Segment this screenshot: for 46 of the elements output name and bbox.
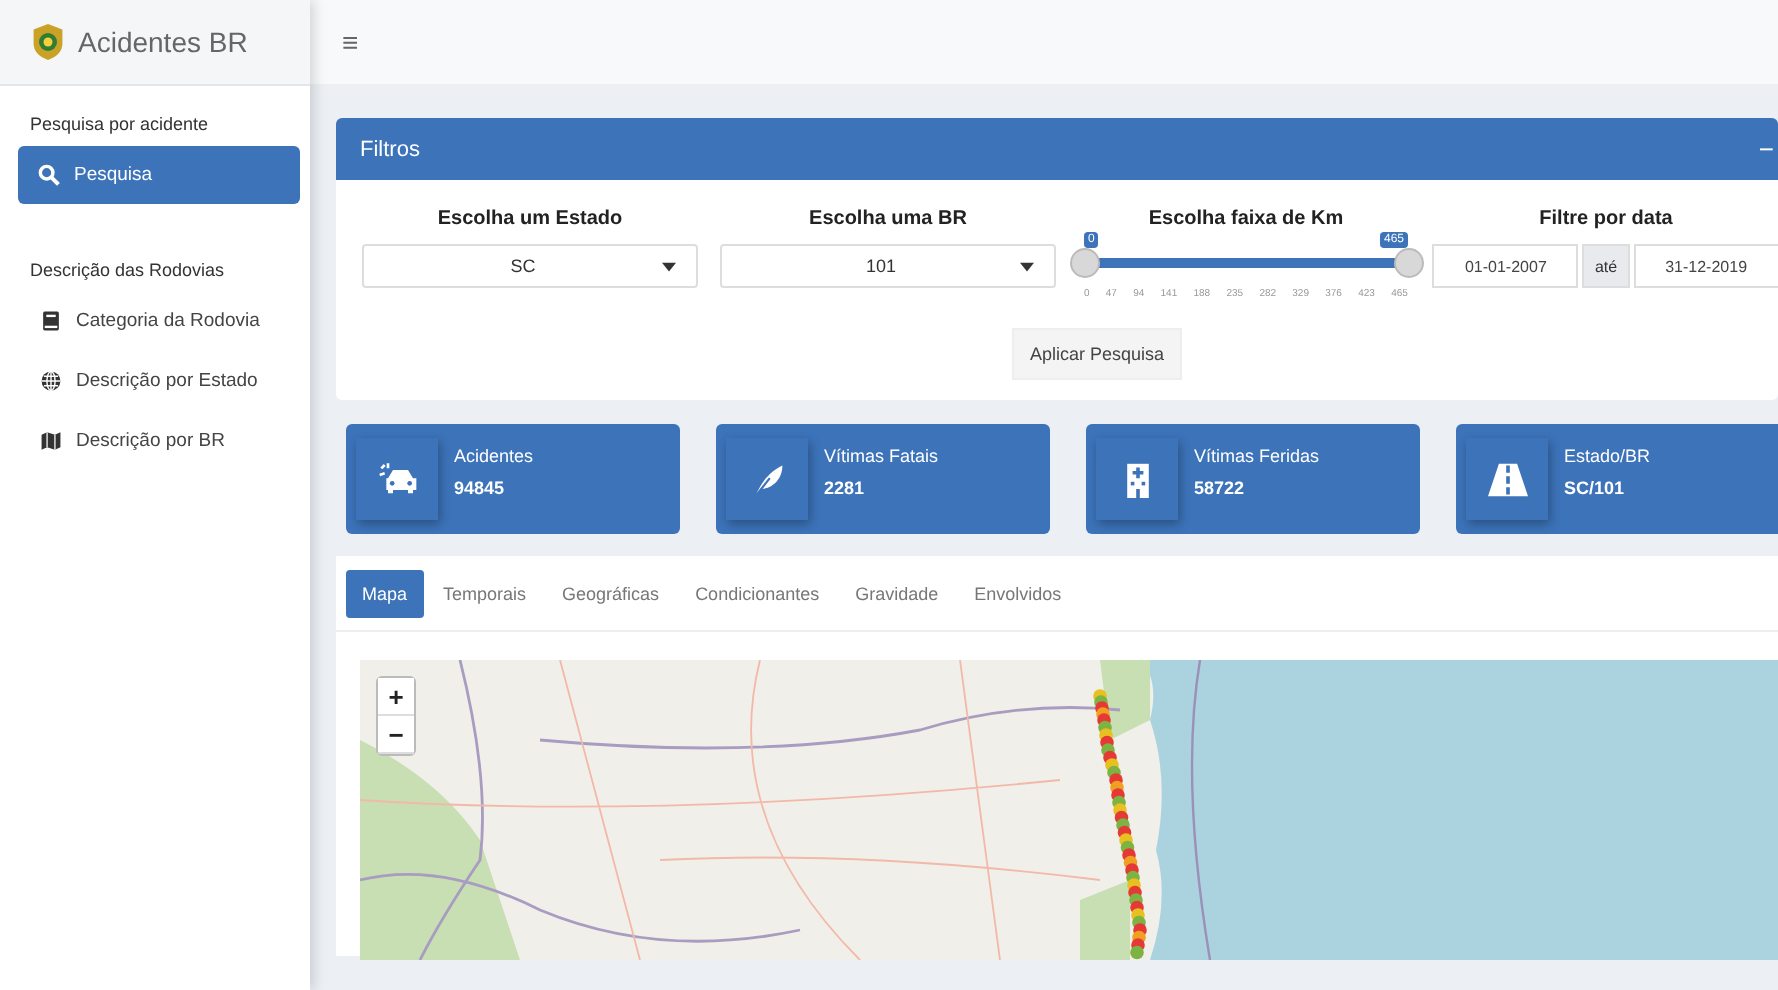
highway-dropdown[interactable]: 101 bbox=[720, 244, 1056, 288]
tab[interactable]: Temporais bbox=[427, 570, 543, 618]
menu-button[interactable]: ≡ bbox=[330, 26, 371, 58]
globe-icon bbox=[40, 370, 62, 392]
field-label: Escolha um Estado bbox=[437, 208, 623, 230]
slider-handle[interactable] bbox=[1070, 248, 1100, 278]
sidebar-item[interactable]: Descrição por Estado bbox=[0, 352, 290, 410]
book-icon bbox=[40, 310, 62, 332]
caret-icon bbox=[662, 261, 676, 271]
map-icon bbox=[40, 430, 62, 452]
stat-label: Vítimas Fatais bbox=[824, 446, 939, 466]
slider-handle[interactable] bbox=[1394, 248, 1424, 278]
tab[interactable]: Condicionantes bbox=[679, 570, 836, 618]
tab[interactable]: Gravidade bbox=[839, 570, 955, 618]
stat-label: Vítimas Feridas bbox=[1194, 446, 1320, 466]
search-icon bbox=[38, 164, 60, 186]
start-date-field[interactable]: 01-01-2007 bbox=[1432, 244, 1579, 288]
tab[interactable]: Mapa bbox=[346, 570, 424, 618]
date-range-separator: até bbox=[1582, 244, 1630, 288]
stat-value: 94845 bbox=[454, 478, 507, 498]
panel-title: Filtros bbox=[360, 137, 420, 161]
apply-search-button[interactable]: Aplicar Pesquisa bbox=[1011, 328, 1183, 380]
car-crash-icon bbox=[377, 461, 417, 497]
app-title: Acidentes BR bbox=[78, 26, 248, 58]
stat-value: 2281 bbox=[824, 478, 867, 498]
sidebar-section-header: Pesquisa por acidente bbox=[28, 112, 211, 138]
field-label: Filtre por data bbox=[1539, 208, 1673, 230]
zoom-in-button[interactable]: + bbox=[378, 678, 414, 716]
road-icon bbox=[1487, 461, 1527, 497]
sidebar-item[interactable]: Pesquisa bbox=[18, 146, 300, 204]
stat-label: Acidentes bbox=[454, 446, 534, 466]
state-dropdown[interactable]: SC bbox=[362, 244, 698, 288]
end-date-field[interactable]: 31-12-2019 bbox=[1633, 244, 1778, 288]
collapse-button[interactable]: − bbox=[1754, 134, 1778, 164]
sidebar-section-header: Descrição das Rodovias bbox=[28, 258, 227, 284]
stat-value: 58722 bbox=[1194, 478, 1247, 498]
tab[interactable]: Envolvidos bbox=[958, 570, 1078, 618]
sidebar-item[interactable]: Descrição por BR bbox=[0, 412, 290, 470]
stat-label: Estado/BR bbox=[1564, 446, 1651, 466]
caret-icon bbox=[1020, 261, 1034, 271]
stat-value: SC/101 bbox=[1564, 478, 1627, 498]
field-label: Escolha uma BR bbox=[809, 208, 967, 230]
field-label: Escolha faixa de Km bbox=[1148, 208, 1344, 230]
sidebar-item[interactable]: Categoria da Rodovia bbox=[0, 292, 290, 350]
tab[interactable]: Geográficas bbox=[546, 570, 676, 618]
badge-logo-icon bbox=[30, 22, 66, 62]
